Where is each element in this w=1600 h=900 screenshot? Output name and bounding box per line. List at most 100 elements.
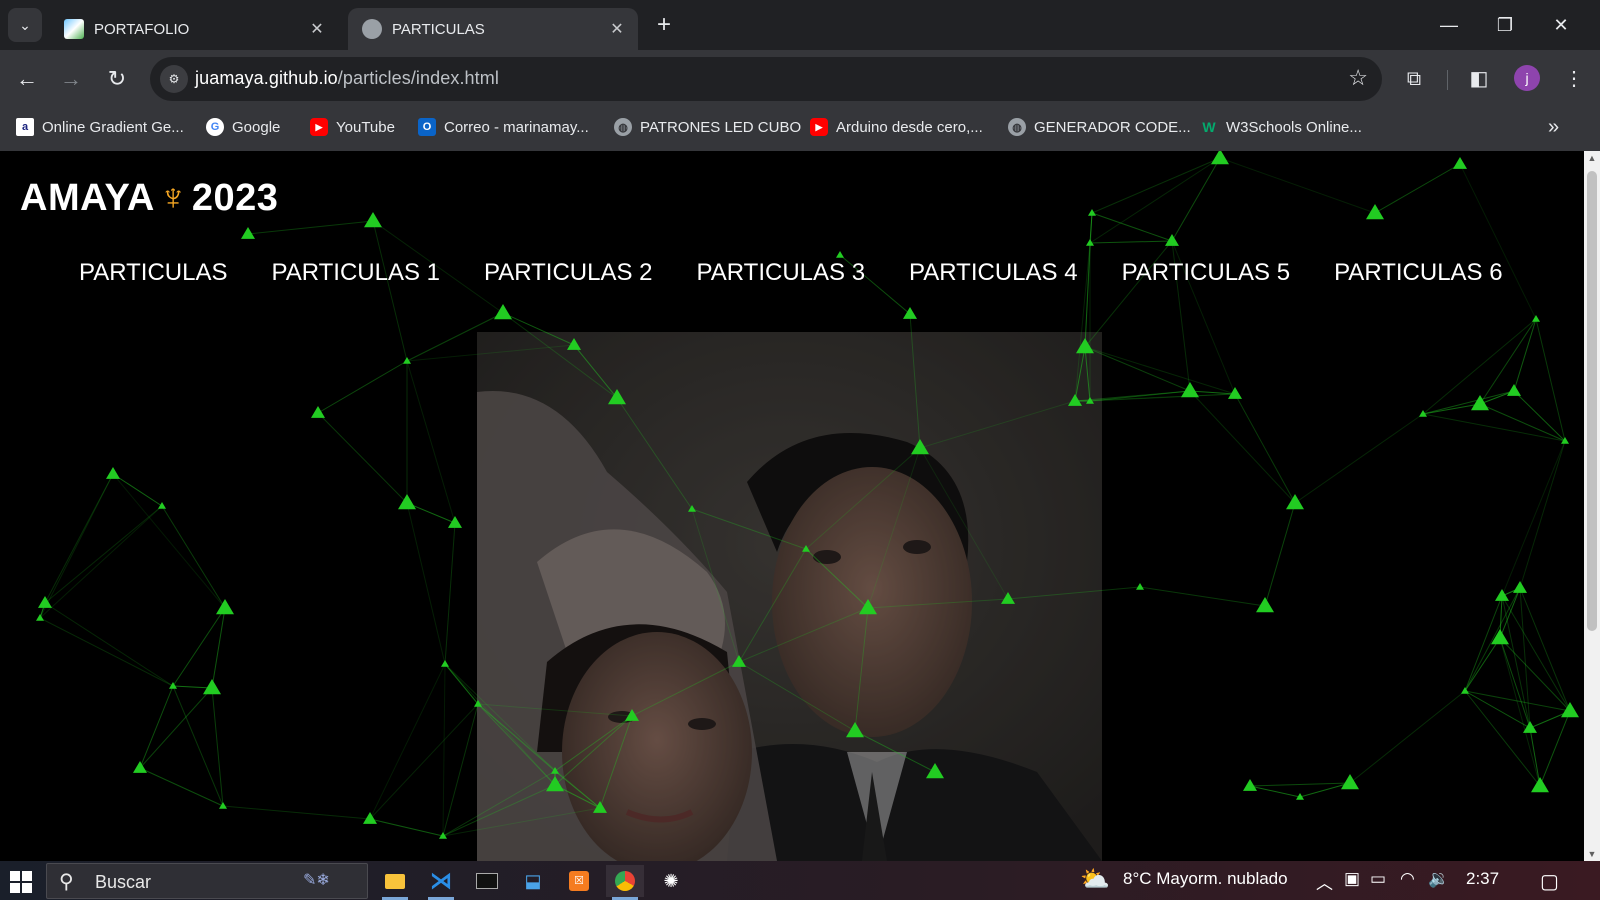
scroll-up-arrow-icon[interactable]: ▲ (1584, 153, 1600, 163)
particle-triangle (1243, 779, 1257, 791)
particle-link (442, 703, 479, 837)
particle-link (867, 447, 921, 609)
minimize-icon[interactable]: — (1426, 10, 1472, 40)
bookmark-google[interactable]: G Google (206, 118, 280, 136)
nav-link-particulas-1[interactable]: PARTICULAS 1 (272, 259, 441, 287)
tab-particulas[interactable]: PARTICULAS ✕ (348, 8, 638, 50)
extensions-puzzle-icon[interactable]: ⧉ (1398, 63, 1430, 95)
particle-link (1084, 346, 1236, 395)
terminal-icon[interactable] (468, 865, 506, 897)
particle-triangle (1076, 338, 1094, 354)
particle-link (805, 447, 921, 550)
particle-triangle (1136, 583, 1144, 590)
app-installer-icon[interactable]: ⬓ (514, 865, 552, 897)
tab-search-chevron-down-icon[interactable]: ⌄ (8, 8, 42, 42)
particle-triangle (1086, 239, 1094, 246)
weather-text[interactable]: 8°C Mayorm. nublado (1123, 869, 1288, 889)
scroll-down-arrow-icon[interactable]: ▼ (1584, 849, 1600, 859)
url-text[interactable]: juamaya.github.io/particles/index.html (195, 68, 499, 89)
particle-link (1007, 586, 1141, 600)
particle-triangle (911, 439, 929, 455)
page-scrollbar[interactable]: ▲ ▼ (1584, 151, 1600, 861)
profile-avatar[interactable]: j (1514, 65, 1540, 91)
tray-chevron-up-icon[interactable]: ︿ (1316, 869, 1333, 894)
bookmark-arduino[interactable]: ▶ Arduino desde cero,... (810, 118, 983, 136)
chrome-icon[interactable] (606, 865, 644, 900)
taskbar-search-box[interactable]: ⚲ Buscar ✎❄ (46, 863, 368, 899)
close-tab-icon[interactable]: ✕ (308, 19, 326, 39)
google-icon: G (206, 118, 224, 136)
side-panel-icon[interactable]: ◧ (1463, 63, 1495, 95)
nav-link-particulas[interactable]: PARTICULAS (79, 259, 228, 287)
particle-link (573, 344, 618, 399)
bookmarks-overflow-chevron-icon[interactable]: » (1548, 116, 1559, 139)
browser-chrome: ⌄ PORTAFOLIO ✕ PARTICULAS ✕ + — ❐ ✕ ← → … (0, 0, 1600, 151)
bookmark-online-gradient[interactable]: a Online Gradient Ge... (16, 118, 184, 136)
openai-icon[interactable]: ✺ (652, 865, 690, 897)
tab-portafolio[interactable]: PORTAFOLIO ✕ (50, 8, 338, 50)
restore-icon[interactable]: ❐ (1482, 10, 1528, 40)
particle-link (1264, 502, 1296, 607)
particle-network (36, 151, 1579, 839)
nav-link-particulas-6[interactable]: PARTICULAS 6 (1334, 259, 1503, 287)
particle-link (616, 397, 693, 510)
particle-link (1479, 403, 1566, 442)
meet-now-icon[interactable]: ▣ (1344, 869, 1360, 889)
particle-link (1249, 782, 1351, 787)
windows-start-icon[interactable] (10, 871, 32, 893)
bookmark-star-icon[interactable]: ☆ (1348, 65, 1368, 91)
nav-link-particulas-3[interactable]: PARTICULAS 3 (697, 259, 866, 287)
particle-triangle (625, 709, 639, 721)
bookmark-youtube[interactable]: ▶ YouTube (310, 118, 395, 136)
particle-link (444, 522, 456, 665)
youtube-icon: ▶ (310, 118, 328, 136)
page-viewport: AMAYA ♆ 2023 PARTICULAS PARTICULAS 1 PARTI… (0, 151, 1584, 861)
particle-triangle (106, 467, 120, 479)
particle-link (211, 607, 226, 689)
particle-triangle (311, 406, 325, 418)
particle-link (172, 685, 213, 689)
site-title: AMAYA ♆ 2023 (20, 177, 279, 219)
vscode-icon[interactable]: ⋊ (422, 865, 460, 900)
globe-icon (362, 19, 382, 39)
site-info-icon[interactable]: ⚙ (160, 65, 188, 93)
clock-time[interactable]: 2:37 (1466, 869, 1499, 889)
notifications-icon[interactable]: ▢ (1540, 869, 1559, 894)
bookmark-outlook[interactable]: O Correo - marinamay... (418, 118, 589, 136)
reload-icon[interactable]: ↻ (102, 64, 132, 94)
back-arrow-icon[interactable]: ← (12, 64, 42, 94)
particle-link (139, 767, 224, 807)
close-tab-icon[interactable]: ✕ (608, 19, 626, 39)
nav-link-particulas-5[interactable]: PARTICULAS 5 (1122, 259, 1291, 287)
search-highlight-icon: ✎❄ (303, 872, 330, 889)
particle-link (1499, 637, 1531, 729)
volume-icon[interactable]: 🔉 (1428, 869, 1449, 889)
bookmark-generador-code[interactable]: ◍ GENERADOR CODE... (1008, 118, 1191, 136)
particle-link (406, 344, 575, 362)
forward-arrow-icon[interactable]: → (56, 64, 86, 94)
particle-link (406, 312, 504, 362)
particle-link (112, 473, 226, 609)
weather-cloud-icon[interactable]: ⛅ (1080, 865, 1110, 894)
file-explorer-icon[interactable] (376, 865, 414, 900)
wifi-icon[interactable]: ◠ (1400, 869, 1415, 889)
particle-triangle (608, 389, 626, 405)
youtube-icon: ▶ (810, 118, 828, 136)
new-tab-plus-icon[interactable]: + (650, 12, 678, 40)
particle-link (919, 447, 1009, 600)
scrollbar-thumb[interactable] (1587, 171, 1597, 631)
particle-triangle (926, 763, 944, 779)
nav-link-particulas-4[interactable]: PARTICULAS 4 (909, 259, 1078, 287)
bookmark-w3schools[interactable]: W W3Schools Online... (1200, 118, 1362, 136)
particle-link (39, 617, 174, 687)
bookmark-patrones-led[interactable]: ◍ PATRONES LED CUBO (614, 118, 801, 136)
address-bar[interactable]: ⚙ juamaya.github.io/particles/index.html… (150, 57, 1382, 101)
particle-link (691, 508, 740, 663)
menu-kebab-icon[interactable]: ⋮ (1558, 63, 1590, 95)
particle-triangle (441, 660, 449, 667)
nav-link-particulas-2[interactable]: PARTICULAS 2 (484, 259, 653, 287)
battery-icon[interactable]: ▭ (1370, 869, 1386, 889)
xampp-icon[interactable]: ☒ (560, 865, 598, 897)
close-window-icon[interactable]: ✕ (1538, 10, 1584, 40)
particle-link (502, 312, 575, 346)
